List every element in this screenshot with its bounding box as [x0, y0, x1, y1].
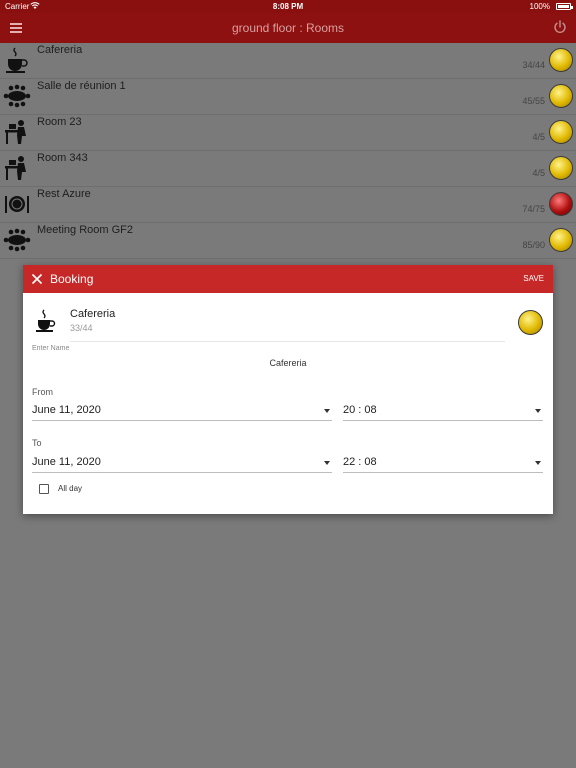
room-row-meeting-room-gf2[interactable]: Meeting Room GF2 85/90: [0, 223, 576, 259]
booking-dialog: Booking SAVE Cafereria 33/44 Enter Name …: [23, 265, 553, 514]
room-name: Room 343: [37, 152, 88, 164]
from-time-value: 20 : 08: [343, 404, 377, 416]
chevron-down-icon: [535, 409, 541, 413]
room-occupancy: 4/5: [532, 132, 545, 142]
room-name: Room 23: [37, 116, 82, 128]
coffee-cup-icon: [36, 309, 56, 332]
app-bar: ground floor : Rooms: [0, 13, 576, 43]
desk-person-icon: [5, 156, 26, 180]
room-name: Salle de réunion 1: [37, 80, 126, 92]
from-date-value: June 11, 2020: [32, 404, 101, 416]
all-day-label: All day: [58, 484, 83, 493]
room-name: Meeting Room GF2: [37, 224, 133, 236]
status-light-yellow: [549, 84, 573, 108]
room-name: Rest Azure: [37, 188, 91, 200]
status-light-red: [549, 192, 573, 216]
room-row-cafereria[interactable]: Cafereria 34/44: [0, 43, 576, 79]
status-light-yellow: [549, 48, 573, 72]
room-occupancy: 45/55: [522, 96, 545, 106]
room-list: Cafereria 34/44 Salle de réunion 1 45/55…: [0, 43, 576, 259]
all-day-checkbox[interactable]: [39, 484, 49, 494]
name-field-label: Enter Name: [32, 345, 70, 352]
plate-cutlery-icon: [5, 196, 29, 213]
room-occupancy: 85/90: [522, 240, 545, 250]
room-row-salle-de-reunion-1[interactable]: Salle de réunion 1 45/55: [0, 79, 576, 115]
room-row-room-343[interactable]: Room 343 4/5: [0, 151, 576, 187]
dialog-header: Booking SAVE: [23, 265, 553, 293]
battery-percent: 100%: [529, 2, 550, 11]
to-time-value: 22 : 08: [343, 456, 377, 468]
to-label: To: [32, 438, 42, 448]
status-light-yellow: [549, 120, 573, 144]
clock: 8:08 PM: [272, 2, 304, 11]
chevron-down-icon: [324, 461, 330, 465]
selected-room-occupancy: 33/44: [70, 323, 93, 333]
meeting-table-icon: [3, 84, 31, 108]
to-date-select[interactable]: June 11, 2020: [32, 455, 332, 473]
desk-person-icon: [5, 120, 26, 144]
power-icon[interactable]: [553, 20, 567, 34]
to-date-value: June 11, 2020: [32, 456, 101, 468]
selected-room-name: Cafereria: [70, 308, 116, 320]
room-occupancy: 34/44: [522, 60, 545, 70]
from-date-select[interactable]: June 11, 2020: [32, 403, 332, 421]
room-occupancy: 4/5: [532, 168, 545, 178]
status-light-yellow: [518, 310, 543, 335]
status-light-yellow: [549, 228, 573, 252]
chevron-down-icon: [535, 461, 541, 465]
room-row-rest-azure[interactable]: Rest Azure 74/75: [0, 187, 576, 223]
close-icon[interactable]: [31, 273, 43, 285]
dialog-title: Booking: [50, 272, 94, 286]
room-name: Cafereria: [37, 44, 83, 56]
room-row-room-23[interactable]: Room 23 4/5: [0, 115, 576, 151]
status-bar: Carrier 8:08 PM 100%: [0, 0, 576, 13]
from-time-select[interactable]: 20 : 08: [343, 403, 543, 421]
status-light-yellow: [549, 156, 573, 180]
coffee-cup-icon: [6, 47, 28, 73]
room-occupancy: 74/75: [522, 204, 545, 214]
save-button[interactable]: SAVE: [523, 274, 544, 283]
battery-icon: [556, 3, 573, 10]
meeting-table-icon: [3, 228, 31, 252]
name-input[interactable]: Cafereria: [23, 358, 553, 368]
divider: [70, 341, 505, 342]
to-time-select[interactable]: 22 : 08: [343, 455, 543, 473]
page-title: ground floor : Rooms: [231, 21, 345, 35]
chevron-down-icon: [324, 409, 330, 413]
from-label: From: [32, 387, 53, 397]
